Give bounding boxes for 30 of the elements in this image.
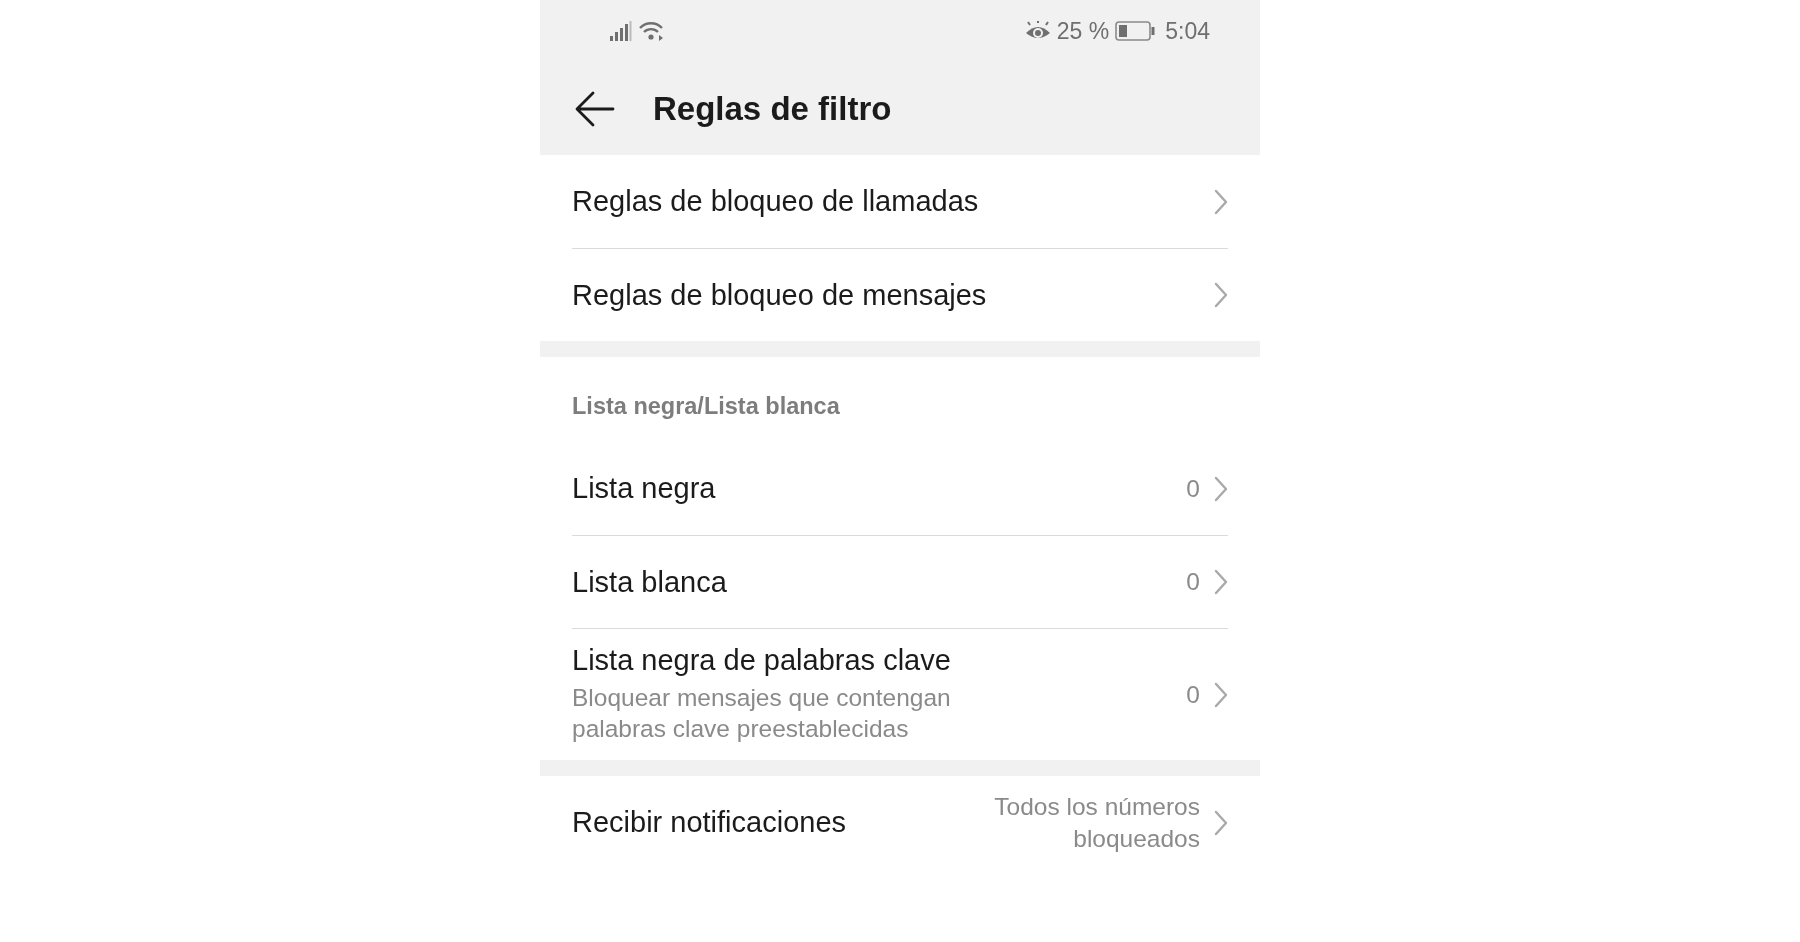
chevron-right-icon xyxy=(1214,475,1228,502)
chevron-right-icon xyxy=(1214,282,1228,308)
eye-icon xyxy=(1024,21,1051,41)
battery-percent: 25 % xyxy=(1056,17,1110,45)
chevron-right-icon xyxy=(1214,681,1228,708)
row-value: 0 xyxy=(1186,567,1200,598)
chevron-right-icon xyxy=(1214,809,1228,836)
row-title: Lista negra xyxy=(572,472,717,505)
row-value: Todos los números bloqueados xyxy=(993,792,1200,854)
row-value: 0 xyxy=(1186,473,1200,504)
settings-row[interactable]: Recibir notificaciones Todos los números bloqueados xyxy=(572,776,1228,869)
row-title: Lista negra de palabras clave xyxy=(572,644,952,678)
row-value: 0 xyxy=(1186,679,1200,710)
battery-icon xyxy=(1115,21,1156,41)
settings-row[interactable]: Reglas de bloqueo de llamadas xyxy=(572,155,1228,248)
section-heading: Lista negra/Lista blanca xyxy=(571,392,841,421)
signal-icon xyxy=(610,21,632,41)
settings-row[interactable]: Lista blanca 0 xyxy=(572,535,1228,628)
row-title: Recibir notificaciones xyxy=(572,806,847,839)
row-title: Reglas de bloqueo de llamadas xyxy=(572,185,980,218)
row-description: Bloquear mensajes que contengan palabras clave preestablecidas xyxy=(572,683,952,744)
chevron-right-icon xyxy=(1214,188,1228,215)
screen-title: Reglas de filtro xyxy=(653,89,892,128)
chevron-right-icon xyxy=(1214,569,1228,595)
back-arrow-icon xyxy=(575,90,615,127)
settings-row[interactable]: Lista negra 0 xyxy=(572,442,1228,535)
row-title: Lista blanca xyxy=(572,565,728,599)
wifi-icon xyxy=(638,21,664,41)
row-title: Reglas de bloqueo de mensajes xyxy=(572,278,988,312)
clock-time: 5:04 xyxy=(1165,17,1210,45)
